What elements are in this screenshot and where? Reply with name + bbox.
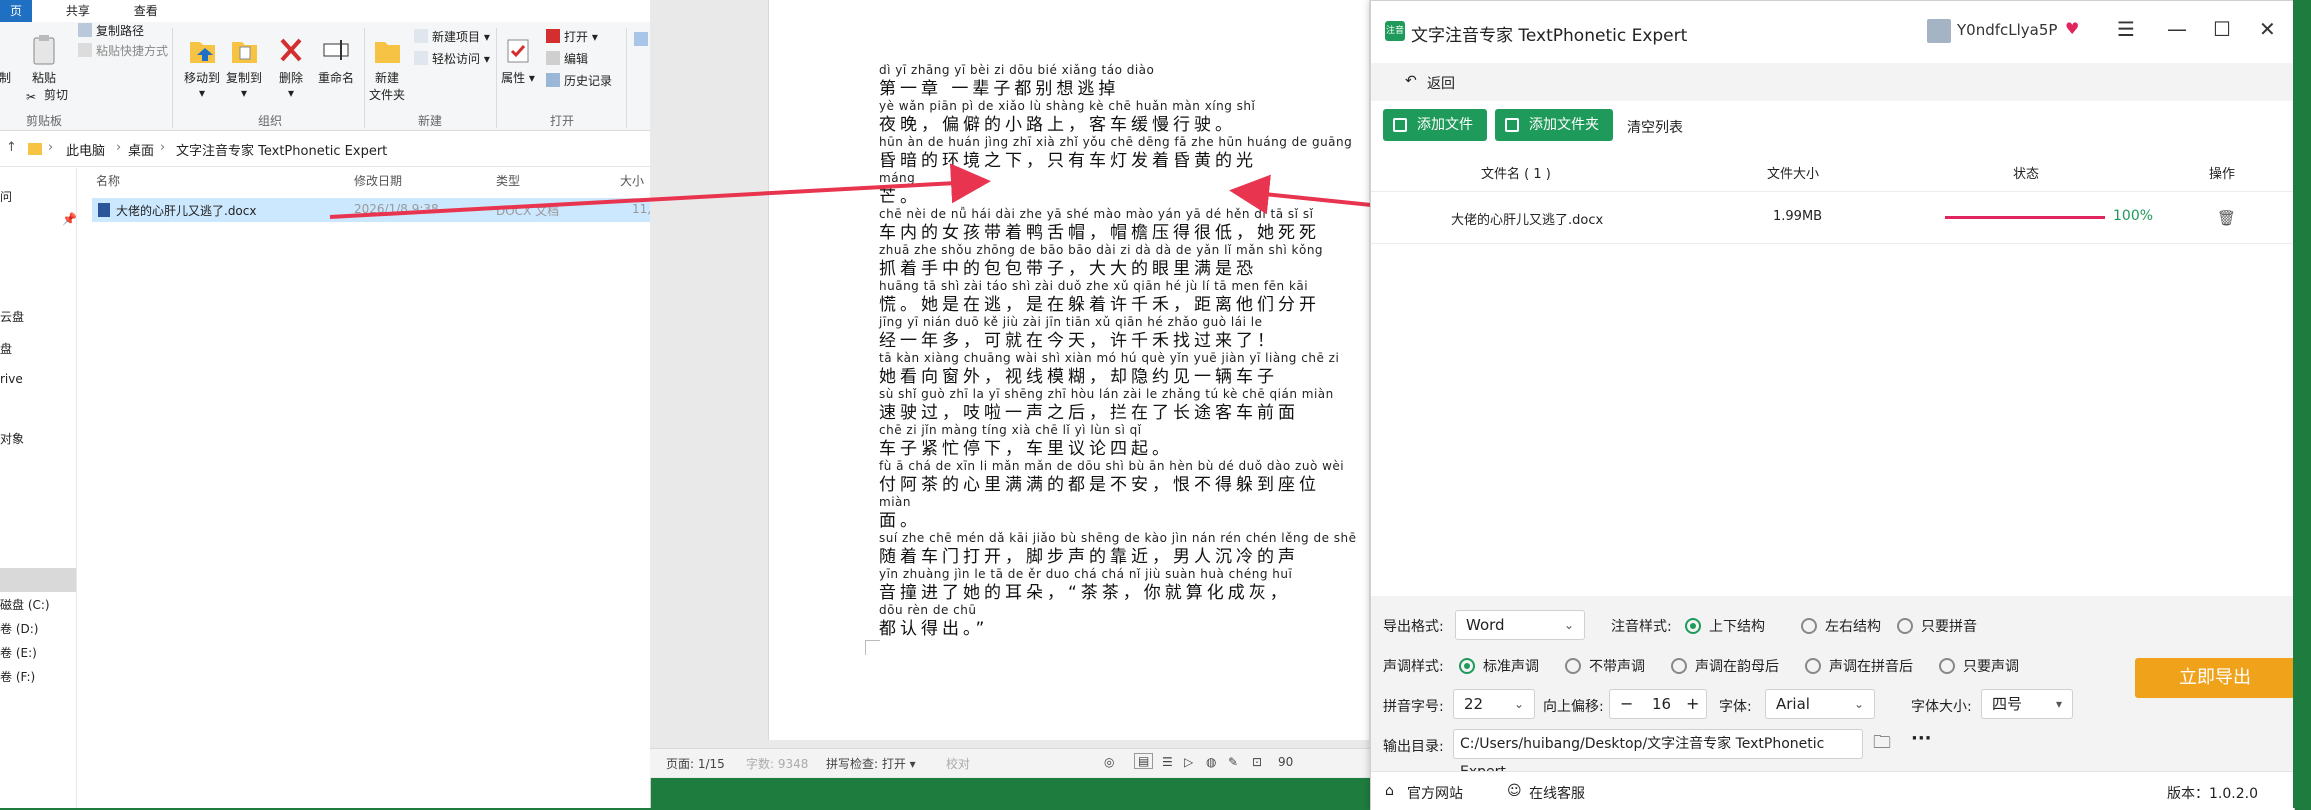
folder-open-icon[interactable]: 🗀 [1873, 730, 1891, 760]
close-icon[interactable]: ✕ [2259, 17, 2276, 41]
minimize-icon[interactable]: — [2167, 17, 2187, 41]
avatar[interactable] [1927, 19, 1951, 43]
menu-icon[interactable]: ☰ [2117, 17, 2135, 41]
phonetic-style-label: 注音样式: [1611, 619, 1672, 635]
add-folder-button[interactable]: 添加文件夹 [1495, 109, 1613, 141]
font-select[interactable]: Arial ⌄ [1765, 689, 1875, 719]
col-filesize: 文件大小 [1767, 167, 1820, 182]
minus-icon[interactable]: − [1620, 690, 1633, 718]
version-label: 版本：1.0.2.0 [2167, 786, 2258, 802]
clear-list-button[interactable]: 清空列表 [1627, 117, 1683, 137]
offset-value[interactable]: 16 [1652, 690, 1671, 718]
radio-dot [1685, 618, 1701, 634]
maximize-icon[interactable]: ☐ [2213, 17, 2231, 41]
app-footer: ⌂ 官方网站 ☺ 在线客服 版本：1.0.2.0 [1371, 771, 2294, 810]
radio-top-bottom[interactable]: 上下结构 [1685, 616, 1765, 636]
support-icon[interactable]: ☺ [1507, 783, 1522, 799]
export-format-label: 导出格式: [1383, 619, 1444, 635]
radio-dot [1565, 658, 1581, 674]
official-website-link[interactable]: 官方网站 [1407, 783, 1463, 803]
output-dir-label: 输出目录: [1383, 739, 1444, 755]
back-button[interactable]: 返回 [1427, 73, 1455, 93]
radio-dot [1671, 658, 1687, 674]
col-action: 操作 [2209, 167, 2236, 182]
desktop-background [2293, 0, 2311, 808]
chevron-down-icon: ⌄ [1513, 697, 1524, 711]
pinyin-size-label: 拼音字号: [1383, 699, 1444, 715]
row-filesize: 1.99MB [1773, 209, 1823, 224]
offset-label: 向上偏移: [1543, 699, 1604, 715]
col-filename: 文件名 ( 1 ) [1481, 167, 1551, 182]
textphonetic-app-window: 注音 文字注音专家 TextPhonetic Expert Y0ndfcLlya… [1370, 0, 2295, 810]
plus-icon[interactable]: + [1686, 690, 1699, 718]
radio-tone-after-pinyin[interactable]: 声调在拼音后 [1805, 656, 1913, 676]
back-bar: ↶ 返回 [1371, 63, 2294, 101]
back-arrow-icon[interactable]: ↶ [1405, 73, 1417, 89]
row-filename: 大佬的心肝儿又逃了.docx [1451, 213, 1604, 228]
radio-left-right[interactable]: 左右结构 [1801, 616, 1881, 636]
toolbar: 添加文件 添加文件夹 清空列表 [1371, 101, 2294, 153]
font-size-select[interactable]: 四号 ▾ [1981, 689, 2073, 719]
add-file-button[interactable]: 添加文件 [1383, 109, 1487, 141]
font-label: 字体: [1719, 699, 1752, 715]
output-dir-field[interactable]: C:/Users/huibang/Desktop/文字注音专家 TextPhon… [1453, 729, 1863, 780]
app-logo: 注音 [1385, 21, 1405, 41]
font-size-label: 字体大小: [1911, 699, 1972, 715]
vip-heart-icon[interactable]: ♥ [2065, 19, 2079, 38]
add-file-icon [1393, 118, 1407, 132]
radio-dot [1805, 658, 1821, 674]
chevron-down-icon: ▾ [2055, 697, 2062, 711]
app-title: 文字注音专家 TextPhonetic Expert [1411, 26, 1688, 46]
radio-dot [1459, 658, 1475, 674]
chevron-down-icon: ⌄ [1853, 697, 1864, 711]
add-folder-icon [1505, 118, 1519, 132]
chevron-down-icon: ⌄ [1563, 618, 1574, 632]
trash-icon[interactable]: 🗑 [2217, 209, 2236, 227]
username[interactable]: Y0ndfcLlya5P [1957, 21, 2057, 39]
radio-no-tone[interactable]: 不带声调 [1565, 656, 1645, 676]
tone-style-label: 声调样式: [1383, 659, 1444, 675]
file-table-header: 文件名 ( 1 ) 文件大小 状态 操作 [1371, 153, 2294, 192]
radio-dot [1897, 618, 1913, 634]
col-status: 状态 [2013, 167, 2040, 182]
export-now-button[interactable]: 立即导出 [2135, 658, 2295, 698]
radio-dot [1939, 658, 1955, 674]
radio-standard-tone[interactable]: 标准声调 [1459, 656, 1539, 676]
radio-pinyin-only[interactable]: 只要拼音 [1897, 616, 1977, 636]
table-row[interactable]: 大佬的心肝儿又逃了.docx 1.99MB 100% 🗑 [1371, 191, 2294, 244]
offset-stepper[interactable]: − 16 + [1609, 689, 1707, 719]
pinyin-size-select[interactable]: 22 ⌄ [1453, 689, 1535, 719]
app-titlebar: 注音 文字注音专家 TextPhonetic Expert Y0ndfcLlya… [1371, 1, 2294, 63]
radio-dot [1801, 618, 1817, 634]
settings-panel: 导出格式: Word ⌄ 注音样式: 上下结构 左右结构 只要拼音 声调样式: 标… [1371, 596, 2295, 780]
radio-tone-only[interactable]: 只要声调 [1939, 656, 2019, 676]
arrow-from-explorer [329, 163, 991, 219]
more-icon[interactable]: ··· [1911, 728, 1932, 749]
online-service-link[interactable]: 在线客服 [1529, 783, 1585, 803]
progress-percent: 100% [2113, 208, 2154, 224]
radio-tone-after-final[interactable]: 声调在韵母后 [1671, 656, 1779, 676]
progress-bar [1945, 216, 2105, 219]
progress-fill [1945, 216, 2105, 219]
export-format-select[interactable]: Word ⌄ [1455, 610, 1585, 640]
home-icon[interactable]: ⌂ [1385, 783, 1394, 799]
